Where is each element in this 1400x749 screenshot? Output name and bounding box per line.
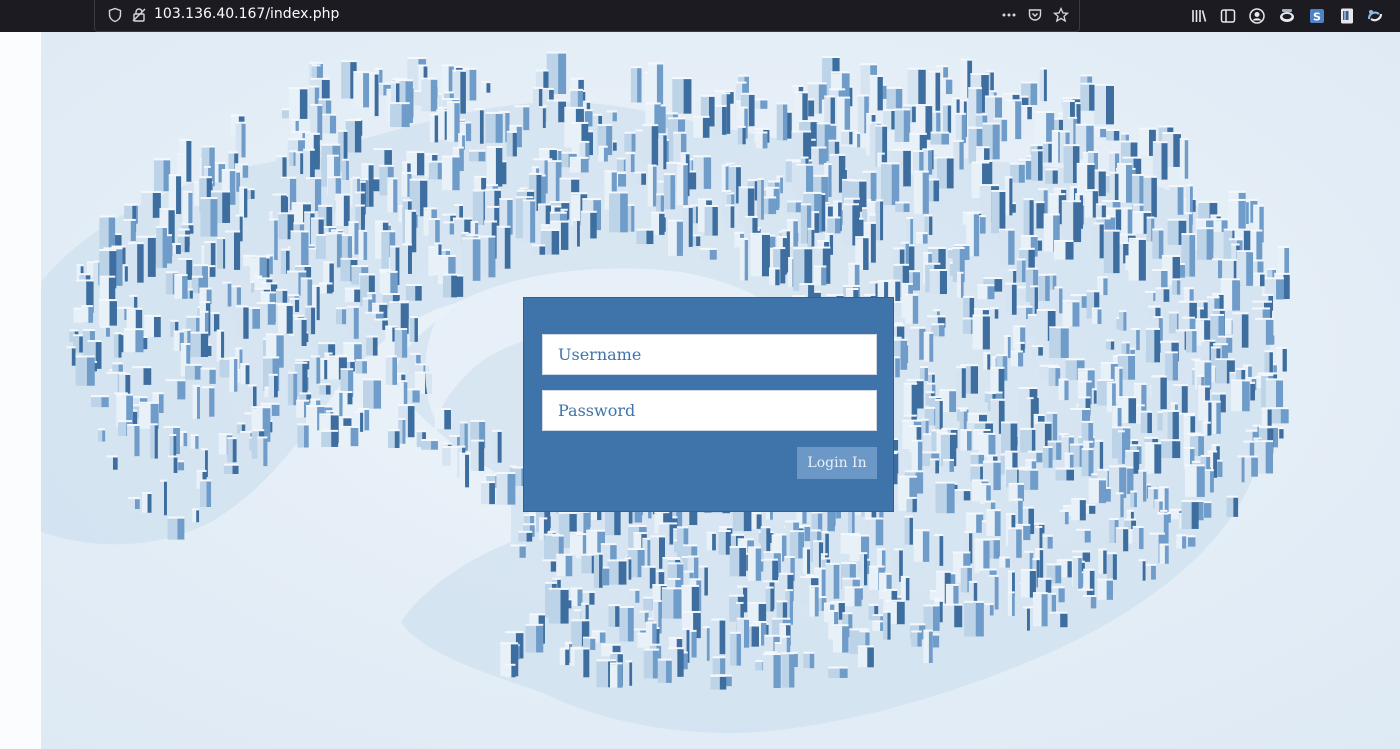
extension-sync-icon[interactable] <box>1366 7 1384 25</box>
url-text[interactable]: 103.136.40.167/index.php <box>154 6 339 22</box>
sidebar-icon[interactable] <box>1219 7 1237 25</box>
login-button[interactable]: Login In <box>797 447 877 479</box>
connection-icon[interactable] <box>131 7 147 23</box>
shield-icon[interactable] <box>107 7 123 23</box>
extension-reader-icon[interactable] <box>1338 7 1356 25</box>
svg-text:S: S <box>1313 11 1321 24</box>
account-icon[interactable] <box>1248 7 1266 25</box>
bookmark-star-icon[interactable] <box>1052 6 1070 23</box>
login-panel: Login In <box>523 297 894 512</box>
username-field[interactable] <box>542 334 877 375</box>
address-bar[interactable]: 103.136.40.167/index.php <box>94 0 1080 32</box>
more-icon[interactable] <box>1001 7 1017 23</box>
pocket-icon[interactable] <box>1027 7 1043 23</box>
extension-s-icon[interactable]: S <box>1308 7 1326 25</box>
password-field[interactable] <box>542 390 877 431</box>
extension-icon[interactable] <box>1278 7 1296 25</box>
library-icon[interactable] <box>1190 7 1208 25</box>
browser-toolbar: 103.136.40.167/index.php S <box>0 0 1400 32</box>
